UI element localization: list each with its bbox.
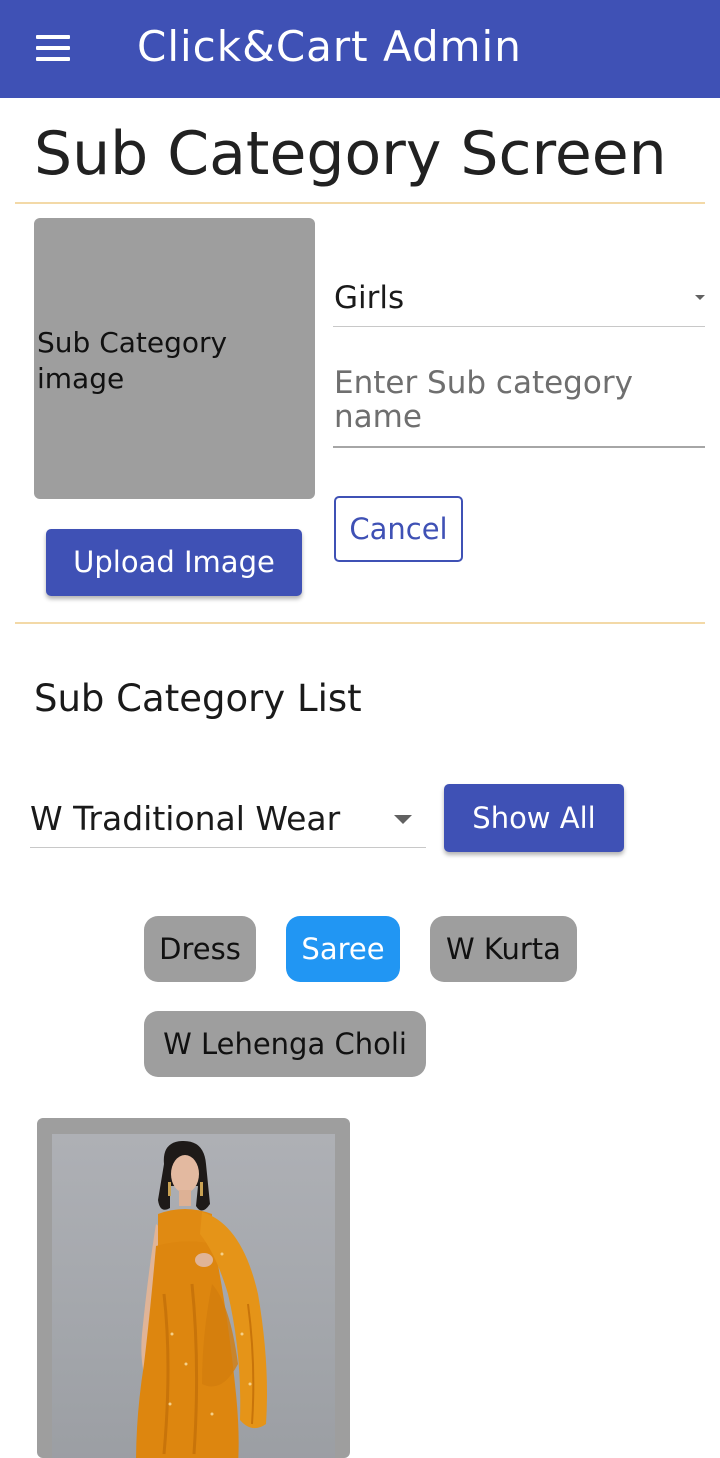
chip-saree[interactable]: Saree xyxy=(286,916,400,982)
app-bar: Click&Cart Admin xyxy=(0,0,720,98)
divider xyxy=(15,202,705,204)
sub-category-list-title: Sub Category List xyxy=(34,677,362,720)
category-select-value: Girls xyxy=(334,280,405,316)
menu-icon[interactable] xyxy=(36,35,70,61)
saree-model-illustration xyxy=(136,1140,267,1458)
sub-category-image-preview: Sub Category image xyxy=(34,218,315,499)
category-select[interactable]: Girls xyxy=(333,270,705,327)
sub-category-name-placeholder: Enter Sub category name xyxy=(334,365,633,435)
image-placeholder-label: Sub Category image xyxy=(37,326,228,395)
page-title: Sub Category Screen xyxy=(34,119,667,189)
show-all-button[interactable]: Show All xyxy=(444,784,624,852)
divider xyxy=(15,622,705,624)
upload-image-button[interactable]: Upload Image xyxy=(46,529,302,596)
chevron-down-icon xyxy=(394,815,412,824)
category-filter-select[interactable]: W Traditional Wear xyxy=(30,792,426,848)
chip-w-lehenga-choli[interactable]: W Lehenga Choli xyxy=(144,1011,426,1077)
chevron-down-icon xyxy=(695,295,705,300)
sub-category-card[interactable] xyxy=(37,1118,350,1458)
app-title: Click&Cart Admin xyxy=(137,22,522,71)
cancel-button[interactable]: Cancel xyxy=(334,496,463,562)
saree-image xyxy=(52,1134,335,1458)
sub-category-name-input[interactable]: Enter Sub category name xyxy=(333,362,705,448)
chip-dress[interactable]: Dress xyxy=(144,916,256,982)
category-filter-value: W Traditional Wear xyxy=(30,799,341,838)
chip-w-kurta[interactable]: W Kurta xyxy=(430,916,577,982)
